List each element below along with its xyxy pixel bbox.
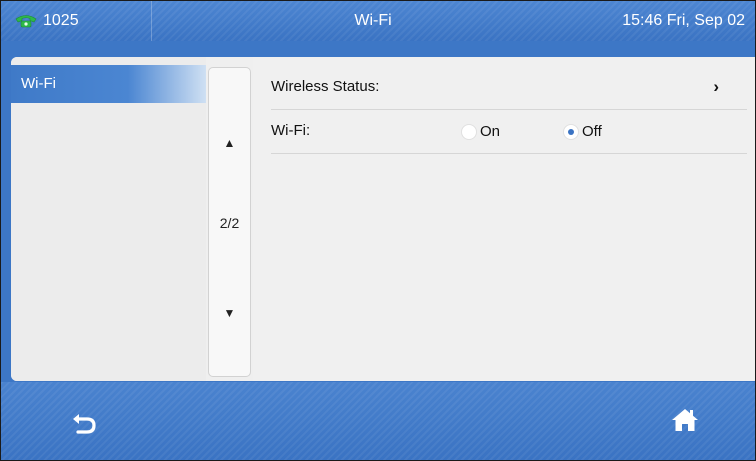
page-indicator: 2/2 [219, 215, 240, 231]
back-icon [73, 414, 96, 434]
radio-icon [461, 123, 477, 140]
settings-panel: Wireless Status: › Wi-Fi: On Off [253, 57, 755, 381]
wifi-off-label: Off [582, 123, 602, 140]
wifi-on-label: On [480, 123, 501, 140]
page-title: Wi-Fi [354, 12, 392, 29]
sidebar: Wi-Fi [11, 57, 206, 381]
line-number: 1025 [43, 12, 79, 29]
wifi-on-radio[interactable]: On [461, 123, 500, 140]
wireless-status-label: Wireless Status: [271, 78, 380, 95]
page-scroller: ▲ 2/2 ▼ [208, 67, 251, 377]
phone-screen: 1025 Wi-Fi 15:46 Fri, Sep 02 Wi-Fi ▲ 2/2… [0, 0, 756, 461]
wireless-status-row[interactable]: Wireless Status: › [271, 65, 747, 110]
back-button[interactable] [69, 406, 99, 436]
radio-selected-icon [563, 123, 579, 140]
page-down-icon[interactable]: ▼ [209, 306, 250, 320]
page-up-icon[interactable]: ▲ [209, 136, 250, 150]
wifi-off-radio[interactable]: Off [563, 123, 602, 140]
bottom-softkey-bar [1, 382, 755, 460]
phone-icon [15, 14, 37, 28]
top-status-bar: 1025 Wi-Fi 15:46 Fri, Sep 02 [1, 1, 755, 41]
home-button[interactable] [669, 404, 701, 436]
content-area: Wi-Fi ▲ 2/2 ▼ Wireless Status: › Wi-Fi: … [11, 57, 755, 381]
line-key[interactable]: 1025 [1, 1, 152, 41]
chevron-right-icon: › [713, 77, 719, 96]
clock: 15:46 Fri, Sep 02 [622, 12, 745, 29]
wifi-label: Wi-Fi: [271, 122, 311, 139]
home-icon [672, 409, 698, 431]
sidebar-item-wifi[interactable]: Wi-Fi [11, 65, 206, 103]
wifi-row: Wi-Fi: On Off [271, 109, 747, 154]
